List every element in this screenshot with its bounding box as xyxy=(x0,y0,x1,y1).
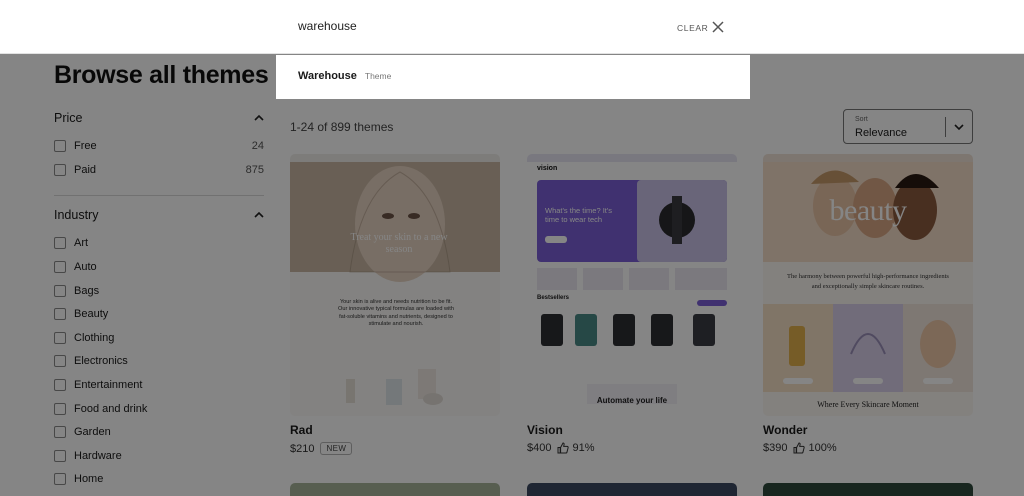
search-bar: CLEAR xyxy=(0,0,1024,54)
close-icon[interactable] xyxy=(711,20,725,34)
modal-backdrop[interactable] xyxy=(0,54,1024,496)
clear-button[interactable]: CLEAR xyxy=(677,23,708,33)
suggestion-type: Theme xyxy=(364,71,392,81)
suggestion-name: Warehouse xyxy=(298,70,357,82)
search-input[interactable] xyxy=(298,19,658,33)
search-suggestions: Warehouse Theme xyxy=(276,55,750,99)
suggestion-item[interactable]: Warehouse Theme xyxy=(298,70,391,82)
